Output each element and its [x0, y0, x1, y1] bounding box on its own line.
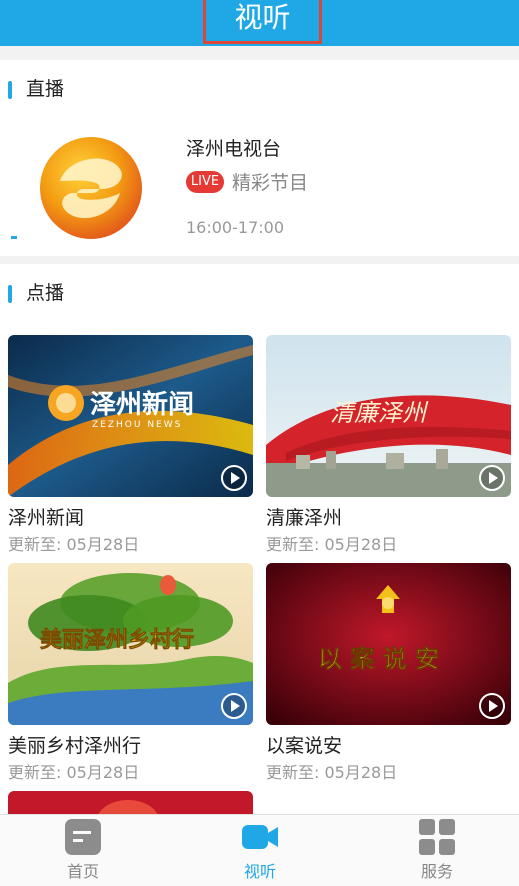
vod-update-date: 更新至: 05月28日 — [8, 763, 140, 782]
section-marker — [8, 285, 12, 303]
thumb-title-text: 泽州新闻 — [90, 389, 194, 420]
grid-icon — [419, 819, 455, 855]
tab-label-home: 首页 — [66, 862, 99, 881]
live-badge: LIVE — [186, 171, 224, 193]
tab-video[interactable]: 视听 — [200, 815, 320, 886]
tab-label-services: 服务 — [420, 862, 453, 881]
home-icon — [65, 819, 101, 855]
vod-update-date: 更新至: 05月28日 — [266, 535, 398, 554]
vod-title: 以案说安 — [266, 735, 343, 757]
vod-thumbnail[interactable]: 清廉泽州 — [266, 335, 511, 497]
live-section: 直播 泽州电视台 LIVE 精彩节目 16:00-17:00 — [0, 60, 519, 256]
vod-title: 清廉泽州 — [266, 507, 343, 529]
vod-update-date: 更新至: 05月28日 — [266, 763, 398, 782]
vod-section: 点播 泽州新闻 ZEZHOU NEWS 泽州新闻 更新至: 05月28日 清廉泽… — [0, 264, 519, 814]
tab-services[interactable]: 服务 — [377, 815, 497, 886]
tab-label-video: 视听 — [243, 862, 276, 881]
play-icon[interactable] — [479, 693, 505, 719]
page-title: 视听 — [203, 0, 322, 44]
thumb-title-text: 以 案 说 安 — [318, 645, 439, 673]
section-marker — [8, 81, 12, 99]
live-program-time: 16:00-17:00 — [186, 218, 284, 237]
vod-title: 美丽乡村泽州行 — [8, 735, 142, 757]
vod-thumbnail[interactable]: 以 案 说 安 — [266, 563, 511, 725]
vod-thumbnail-partial[interactable] — [8, 791, 253, 815]
live-indicator — [11, 236, 17, 239]
vod-thumbnail[interactable]: 美丽泽州乡村行 — [8, 563, 253, 725]
play-icon[interactable] — [221, 465, 247, 491]
vod-update-date: 更新至: 05月28日 — [8, 535, 140, 554]
thumb-title-text: 清廉泽州 — [330, 399, 429, 427]
bottom-tab-bar: 首页 视听 服务 — [0, 814, 519, 886]
live-channel-name: 泽州电视台 — [186, 138, 282, 160]
vod-thumbnail[interactable]: 泽州新闻 ZEZHOU NEWS — [8, 335, 253, 497]
vod-section-title: 点播 — [26, 282, 65, 304]
tab-home[interactable]: 首页 — [23, 815, 143, 886]
zezhou-tv-logo-icon[interactable] — [38, 135, 144, 241]
live-section-title: 直播 — [26, 78, 65, 100]
live-program-name: 精彩节目 — [232, 172, 309, 194]
play-icon[interactable] — [221, 693, 247, 719]
video-camera-icon — [242, 825, 278, 849]
vod-title: 泽州新闻 — [8, 507, 85, 529]
thumb-title-text: 美丽泽州乡村行 — [40, 627, 194, 653]
app-header: 视听 — [0, 0, 519, 46]
thumb-subtitle-text: ZEZHOU NEWS — [92, 420, 182, 430]
play-icon[interactable] — [479, 465, 505, 491]
